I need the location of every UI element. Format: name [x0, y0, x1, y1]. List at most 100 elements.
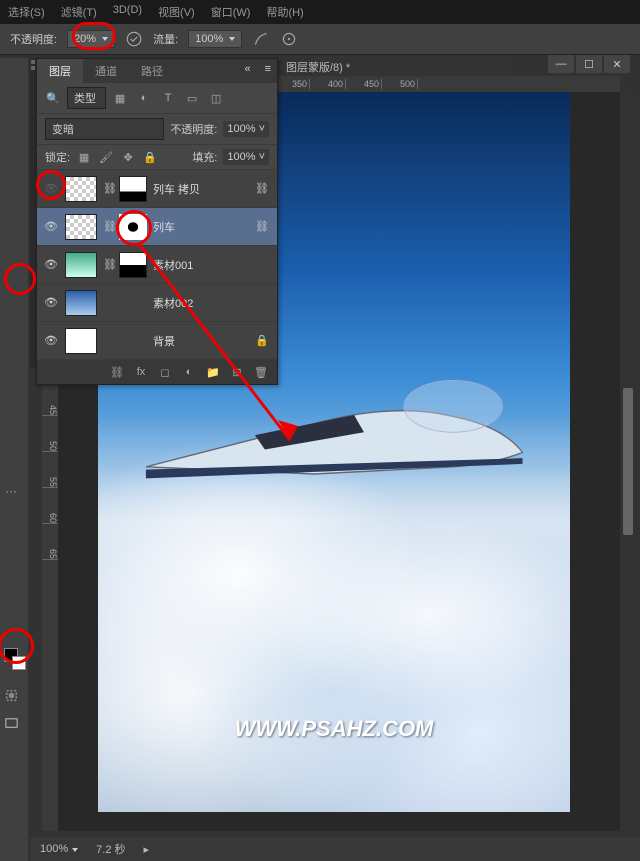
menu-filter[interactable]: 滤镜(T) — [61, 4, 97, 20]
layer-opacity-label: 不透明度: — [170, 121, 217, 137]
fill-label: 填充: — [192, 149, 217, 165]
link-icon[interactable]: ⛓ — [255, 182, 271, 195]
visibility-toggle[interactable]: 👁 — [43, 181, 59, 197]
panel-tabstrip: 图层 通道 路径 « ≡ — [37, 59, 277, 83]
layer-mask-thumbnail[interactable] — [119, 252, 147, 278]
add-mask-icon[interactable]: ◻ — [157, 364, 173, 380]
layer-name[interactable]: 素材001 — [153, 257, 271, 273]
screen-mode-icon[interactable] — [0, 712, 22, 734]
pressure-size-icon[interactable] — [280, 30, 298, 48]
filter-row: 🔍 类型 ▦ ◐ T ▭ ◫ — [37, 83, 277, 114]
background-color[interactable] — [12, 656, 26, 670]
chevron-down-icon — [72, 848, 78, 852]
fill-value[interactable]: 100% ˅ — [223, 149, 269, 165]
color-swatches[interactable] — [4, 648, 26, 670]
mask-link-icon[interactable]: ⛓ — [103, 258, 113, 271]
quick-mask-icon[interactable] — [0, 684, 22, 706]
layers-panel-footer: ⛓ fx ◻ ◐ 📁 ⊞ 🗑 — [37, 360, 277, 384]
opacity-value[interactable]: 20% — [67, 30, 115, 48]
lock-transparency-icon[interactable]: ▦ — [76, 149, 92, 165]
chevron-down-icon — [102, 37, 108, 41]
tab-channels[interactable]: 通道 — [83, 59, 129, 83]
close-button[interactable]: ✕ — [604, 55, 630, 73]
flow-value[interactable]: 100% — [188, 30, 242, 48]
lock-row: 锁定: ▦ 🖌 ✥ 🔒 填充: 100% ˅ — [37, 145, 277, 170]
lock-all-icon[interactable]: 🔒 — [142, 149, 158, 165]
chevron-down-icon — [229, 37, 235, 41]
filter-smart-icon[interactable]: ◫ — [208, 90, 224, 106]
layer-thumbnail[interactable] — [65, 252, 97, 278]
minimize-button[interactable]: — — [548, 55, 574, 73]
menu-help[interactable]: 帮助(H) — [266, 4, 303, 20]
layer-thumbnail[interactable] — [65, 214, 97, 240]
filter-pixel-icon[interactable]: ▦ — [112, 90, 128, 106]
link-layers-icon[interactable]: ⛓ — [109, 364, 125, 380]
layer-thumbnail[interactable] — [65, 176, 97, 202]
visibility-toggle[interactable]: 👁 — [43, 257, 59, 273]
menu-select[interactable]: 选择(S) — [8, 4, 45, 20]
layer-item[interactable]: 👁 ⛓ 素材002 — [37, 284, 277, 322]
visibility-toggle[interactable]: 👁 — [43, 333, 59, 349]
status-bar: 100% 7.2 秒 ▸ — [30, 837, 640, 861]
lock-icon: 🔒 — [255, 334, 271, 347]
airbrush-icon[interactable] — [252, 30, 270, 48]
lock-label: 锁定: — [45, 149, 70, 165]
scrollbar-thumb[interactable] — [623, 388, 633, 536]
layer-item[interactable]: 👁 ⛓ 素材001 — [37, 246, 277, 284]
window-controls: — ☐ ✕ — [548, 55, 630, 73]
mask-link-icon[interactable]: ⛓ — [103, 182, 113, 195]
layer-item[interactable]: 👁 背景 🔒 — [37, 322, 277, 360]
blend-mode-select[interactable]: 变暗 — [45, 118, 164, 140]
layer-name[interactable]: 列车 拷贝 — [153, 181, 249, 197]
layer-name[interactable]: 素材002 — [153, 295, 271, 311]
status-menu-icon[interactable]: ▸ — [144, 843, 150, 856]
flow-label: 流量: — [153, 31, 178, 47]
visibility-toggle[interactable]: 👁 — [43, 295, 59, 311]
menu-window[interactable]: 窗口(W) — [211, 4, 251, 20]
new-adjustment-icon[interactable]: ◐ — [181, 364, 197, 380]
opacity-label: 不透明度: — [10, 31, 57, 47]
toolbar-extras: ··· — [0, 480, 26, 734]
lock-pixels-icon[interactable]: 🖌 — [98, 149, 114, 165]
layer-name[interactable]: 列车 — [153, 219, 249, 235]
edit-toolbar-icon[interactable]: ··· — [0, 480, 22, 502]
layer-mask-thumbnail[interactable] — [119, 176, 147, 202]
lock-position-icon[interactable]: ✥ — [120, 149, 136, 165]
filter-type-icon[interactable]: T — [160, 90, 176, 106]
filter-shape-icon[interactable]: ▭ — [184, 90, 200, 106]
layer-thumbnail[interactable] — [65, 328, 97, 354]
tab-layers[interactable]: 图层 — [37, 59, 83, 83]
maximize-button[interactable]: ☐ — [576, 55, 602, 73]
layer-thumbnail[interactable] — [65, 290, 97, 316]
menu-view[interactable]: 视图(V) — [158, 4, 195, 20]
filter-kind-select[interactable]: 类型 — [67, 87, 106, 109]
layer-opacity-value[interactable]: 100% ˅ — [223, 121, 269, 137]
layer-fx-icon[interactable]: fx — [133, 364, 149, 380]
blend-row: 变暗 不透明度: 100% ˅ — [37, 114, 277, 145]
panel-menu-icon[interactable]: ≡ — [259, 59, 277, 83]
search-icon: 🔍 — [45, 90, 61, 106]
new-layer-icon[interactable]: ⊞ — [229, 364, 245, 380]
menu-3d[interactable]: 3D(D) — [113, 4, 142, 20]
mask-link-icon[interactable]: ⛓ — [103, 220, 113, 233]
panel-collapse-icon[interactable]: « — [236, 59, 258, 83]
layer-item[interactable]: 👁 ⛓ 列车 ⛓ — [37, 208, 277, 246]
layer-name[interactable]: 背景 — [153, 333, 249, 349]
tab-paths[interactable]: 路径 — [129, 59, 175, 83]
watermark-text: WWW.PSAHZ.COM — [98, 716, 570, 742]
pressure-opacity-icon[interactable] — [125, 30, 143, 48]
new-group-icon[interactable]: 📁 — [205, 364, 221, 380]
layer-list: 👁 ⛓ 列车 拷贝 ⛓ 👁 ⛓ 列车 ⛓ 👁 ⛓ 素材001 👁 ⛓ — [37, 170, 277, 360]
filter-adjust-icon[interactable]: ◐ — [136, 90, 152, 106]
layer-mask-thumbnail[interactable] — [119, 214, 147, 240]
visibility-toggle[interactable]: 👁 — [43, 219, 59, 235]
delete-layer-icon[interactable]: 🗑 — [253, 364, 269, 380]
train-image — [136, 366, 532, 510]
vertical-scrollbar[interactable] — [622, 92, 634, 831]
link-icon[interactable]: ⛓ — [255, 220, 271, 233]
zoom-level[interactable]: 100% — [40, 843, 78, 855]
layers-panel: 图层 通道 路径 « ≡ 🔍 类型 ▦ ◐ T ▭ ◫ 变暗 不透明度: 100… — [36, 58, 278, 385]
menu-bar: 选择(S) 滤镜(T) 3D(D) 视图(V) 窗口(W) 帮助(H) — [0, 0, 640, 24]
layer-item[interactable]: 👁 ⛓ 列车 拷贝 ⛓ — [37, 170, 277, 208]
timing-info: 7.2 秒 — [96, 841, 125, 857]
